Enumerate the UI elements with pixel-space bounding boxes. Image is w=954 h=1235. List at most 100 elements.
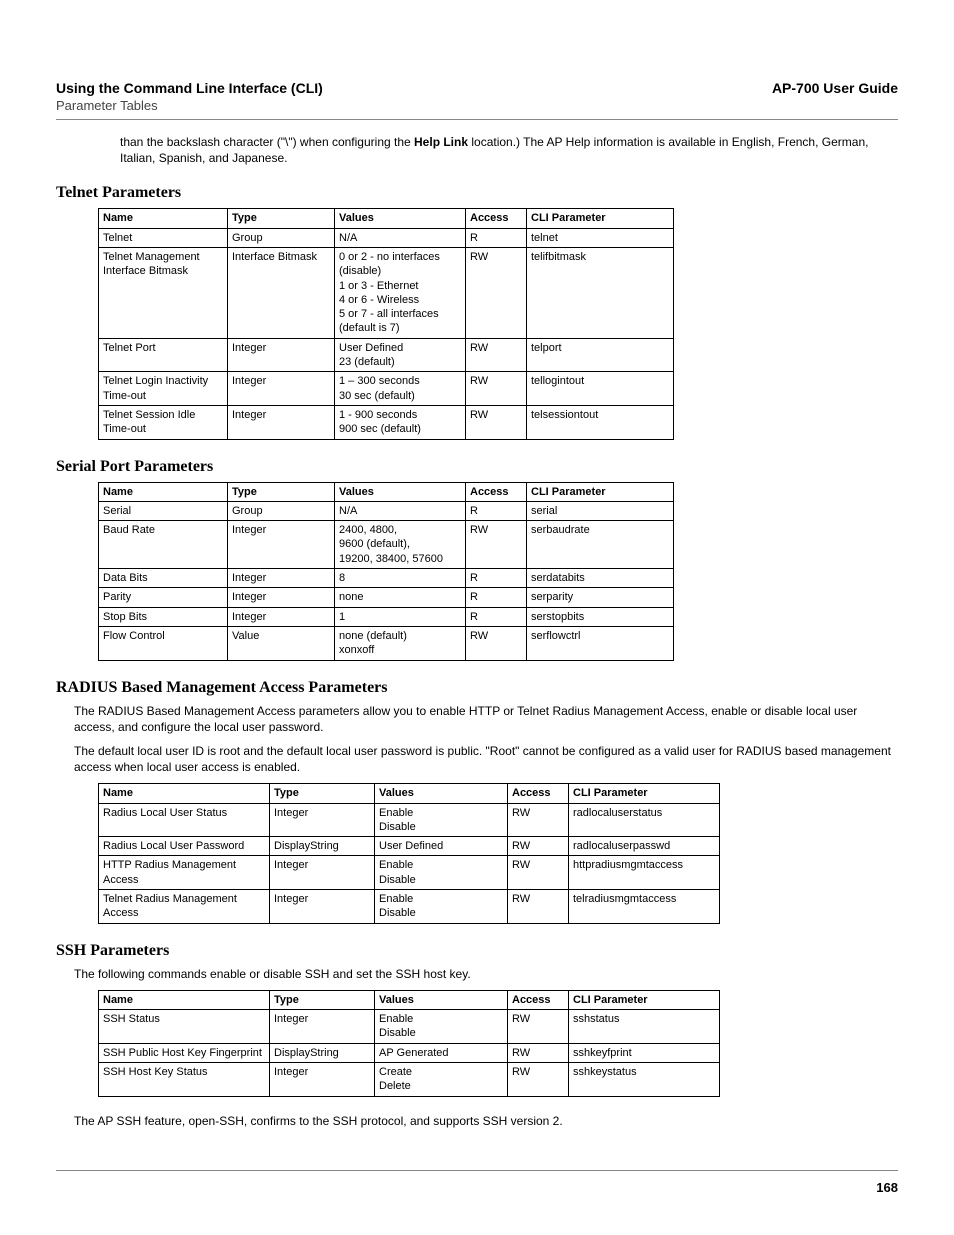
page-number: 168: [876, 1180, 898, 1195]
cell-values: EnableDisable: [375, 890, 508, 924]
cell-access: RW: [508, 1010, 569, 1044]
th-access: Access: [508, 784, 569, 803]
cell-values: 1: [335, 607, 466, 626]
header-sub: Parameter Tables: [56, 98, 898, 113]
cell-access: R: [466, 501, 527, 520]
cell-type: Integer: [228, 569, 335, 588]
table-row: Radius Local User PasswordDisplayStringU…: [99, 837, 720, 856]
cell-type: Integer: [228, 588, 335, 607]
ssh-outro: The AP SSH feature, open-SSH, confirms t…: [56, 1113, 898, 1129]
cell-access: R: [466, 588, 527, 607]
table-header-row: Name Type Values Access CLI Parameter: [99, 209, 674, 228]
th-name: Name: [99, 209, 228, 228]
cell-name: Data Bits: [99, 569, 228, 588]
radius-tbody: Radius Local User StatusIntegerEnableDis…: [99, 803, 720, 923]
th-name: Name: [99, 990, 270, 1009]
cell-type: Value: [228, 626, 335, 660]
th-name: Name: [99, 482, 228, 501]
cell-cli: httpradiusmgmtaccess: [569, 856, 720, 890]
cell-cli: serflowctrl: [527, 626, 674, 660]
cell-values: none: [335, 588, 466, 607]
table-row: SSH Public Host Key FingerprintDisplaySt…: [99, 1043, 720, 1062]
header-rule: [56, 119, 898, 120]
top-paragraph-pre: than the backslash character ("\") when …: [120, 135, 414, 149]
cell-type: Group: [228, 501, 335, 520]
table-row: SerialGroupN/ARserial: [99, 501, 674, 520]
th-access: Access: [508, 990, 569, 1009]
cell-name: SSH Public Host Key Fingerprint: [99, 1043, 270, 1062]
cell-values: 0 or 2 - no interfaces (disable)1 or 3 -…: [335, 247, 466, 338]
cell-name: SSH Status: [99, 1010, 270, 1044]
cell-values: N/A: [335, 228, 466, 247]
cell-cli: serparity: [527, 588, 674, 607]
table-row: Baud RateInteger2400, 4800,9600 (default…: [99, 521, 674, 569]
cell-name: Telnet Management Interface Bitmask: [99, 247, 228, 338]
table-header-row: Name Type Values Access CLI Parameter: [99, 482, 674, 501]
cell-type: DisplayString: [270, 837, 375, 856]
cell-cli: telradiusmgmtaccess: [569, 890, 720, 924]
cell-name: Baud Rate: [99, 521, 228, 569]
table-row: SSH StatusIntegerEnableDisableRWsshstatu…: [99, 1010, 720, 1044]
serial-tbody: SerialGroupN/ARserialBaud RateInteger240…: [99, 501, 674, 660]
telnet-tbody: TelnetGroupN/ARtelnetTelnet Management I…: [99, 228, 674, 439]
cell-name: Stop Bits: [99, 607, 228, 626]
table-header-row: Name Type Values Access CLI Parameter: [99, 990, 720, 1009]
cell-values: 2400, 4800,9600 (default),19200, 38400, …: [335, 521, 466, 569]
th-access: Access: [466, 209, 527, 228]
cell-name: Telnet Session Idle Time-out: [99, 405, 228, 439]
footer-rule: [56, 1170, 898, 1171]
cell-cli: sshkeyfprint: [569, 1043, 720, 1062]
cell-access: RW: [508, 803, 569, 837]
th-cli: CLI Parameter: [527, 482, 674, 501]
cell-cli: telifbitmask: [527, 247, 674, 338]
cell-access: RW: [508, 1043, 569, 1062]
cell-name: Parity: [99, 588, 228, 607]
table-row: TelnetGroupN/ARtelnet: [99, 228, 674, 247]
cell-cli: tellogintout: [527, 372, 674, 406]
cell-access: RW: [466, 372, 527, 406]
cell-access: R: [466, 569, 527, 588]
th-type: Type: [270, 784, 375, 803]
table-header-row: Name Type Values Access CLI Parameter: [99, 784, 720, 803]
cell-cli: radlocaluserstatus: [569, 803, 720, 837]
cell-access: RW: [466, 521, 527, 569]
radius-intro-1: The RADIUS Based Management Access param…: [56, 703, 898, 735]
cell-cli: serstopbits: [527, 607, 674, 626]
cell-cli: radlocaluserpasswd: [569, 837, 720, 856]
table-row: Telnet Management Interface BitmaskInter…: [99, 247, 674, 338]
cell-type: Integer: [228, 607, 335, 626]
cell-values: User Defined: [375, 837, 508, 856]
header-left: Using the Command Line Interface (CLI): [56, 80, 323, 96]
cell-type: Integer: [270, 890, 375, 924]
cell-name: SSH Host Key Status: [99, 1063, 270, 1097]
cell-cli: sshkeystatus: [569, 1063, 720, 1097]
table-row: SSH Host Key StatusIntegerCreateDeleteRW…: [99, 1063, 720, 1097]
cell-cli: serial: [527, 501, 674, 520]
th-type: Type: [228, 209, 335, 228]
th-access: Access: [466, 482, 527, 501]
serial-section-title: Serial Port Parameters: [56, 458, 898, 476]
radius-table: Name Type Values Access CLI Parameter Ra…: [98, 783, 720, 923]
th-cli: CLI Parameter: [527, 209, 674, 228]
ssh-table: Name Type Values Access CLI Parameter SS…: [98, 990, 720, 1097]
serial-table: Name Type Values Access CLI Parameter Se…: [98, 482, 674, 661]
th-values: Values: [375, 990, 508, 1009]
cell-name: Telnet Radius Management Access: [99, 890, 270, 924]
th-type: Type: [228, 482, 335, 501]
table-row: Telnet Session Idle Time-outInteger1 - 9…: [99, 405, 674, 439]
table-row: Telnet PortIntegerUser Defined23 (defaul…: [99, 338, 674, 372]
telnet-table: Name Type Values Access CLI Parameter Te…: [98, 208, 674, 439]
cell-values: 1 – 300 seconds30 sec (default): [335, 372, 466, 406]
cell-access: R: [466, 607, 527, 626]
table-row: Flow ControlValuenone (default)xonxoffRW…: [99, 626, 674, 660]
cell-type: DisplayString: [270, 1043, 375, 1062]
cell-type: Integer: [270, 856, 375, 890]
table-row: Data BitsInteger8Rserdatabits: [99, 569, 674, 588]
cell-type: Integer: [228, 338, 335, 372]
table-row: ParityIntegernoneRserparity: [99, 588, 674, 607]
cell-values: 8: [335, 569, 466, 588]
ssh-intro: The following commands enable or disable…: [56, 966, 898, 982]
page: Using the Command Line Interface (CLI) A…: [0, 0, 954, 1235]
cell-access: RW: [508, 890, 569, 924]
cell-type: Integer: [270, 803, 375, 837]
